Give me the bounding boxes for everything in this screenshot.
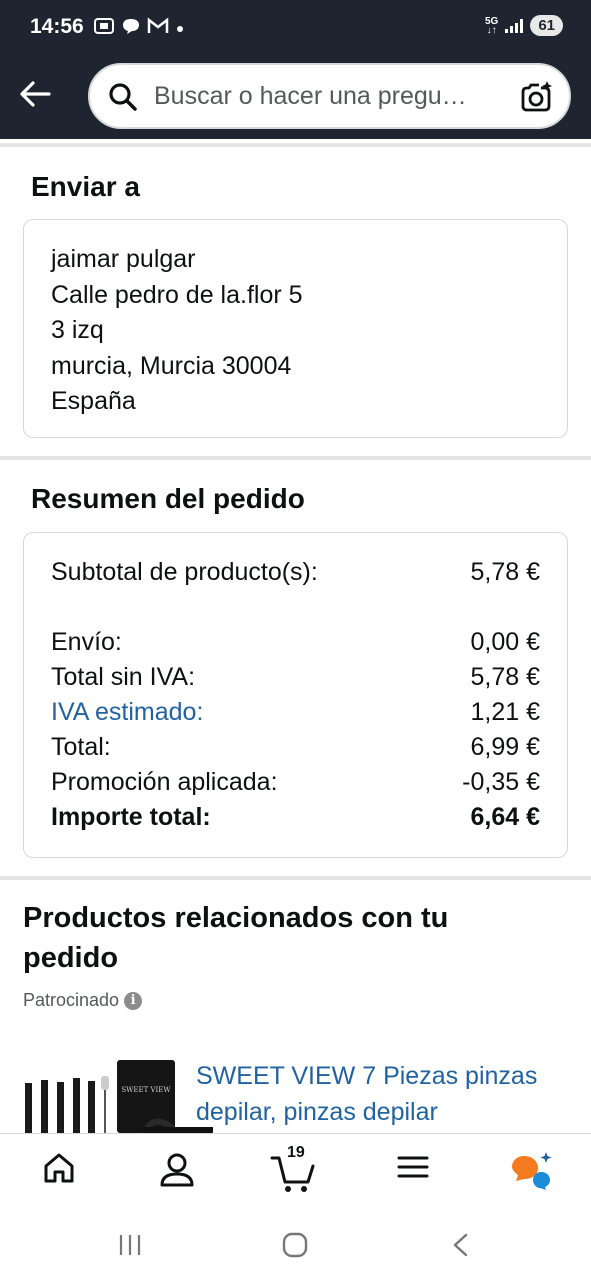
search-input[interactable]: Buscar o hacer una pregu… <box>154 82 504 111</box>
summary-label: Importe total: <box>51 803 211 831</box>
info-icon[interactable]: i <box>124 991 143 1010</box>
search-icon <box>108 82 138 117</box>
status-bar: 14:56 5G ↓↑ 61 <box>0 0 591 56</box>
section-divider <box>0 456 591 460</box>
cart-count: 19 <box>287 1144 305 1161</box>
home-button-icon[interactable] <box>281 1231 309 1264</box>
screenshot-icon <box>93 16 115 41</box>
sponsored-label[interactable]: Patrocinado i <box>23 990 143 1011</box>
chat-icon <box>121 16 141 41</box>
estimated-vat-link[interactable]: IVA estimado: <box>51 695 203 730</box>
dot-icon <box>175 19 185 39</box>
summary-value: 1,21 € <box>470 698 540 726</box>
shipping-address-card: jaimar pulgar Calle pedro de la.flor 5 3… <box>23 219 568 438</box>
status-time: 14:56 <box>30 15 84 38</box>
notification-icons <box>93 16 185 41</box>
summary-row-total-no-vat: Total sin IVA: 5,78 € <box>51 660 540 695</box>
summary-label: Subtotal de producto(s): <box>51 558 318 586</box>
search-bar[interactable]: Buscar o hacer una pregu… <box>88 63 571 129</box>
battery-icon: 61 <box>530 15 563 36</box>
app-header: Buscar o hacer una pregu… <box>0 56 591 139</box>
back-arrow-icon[interactable] <box>17 76 53 112</box>
summary-row-shipping: Envío: 0,00 € <box>51 625 540 660</box>
summary-value: -0,35 € <box>462 768 540 796</box>
summary-value: 6,99 € <box>470 733 540 761</box>
address-detail: 3 izq <box>51 316 104 344</box>
summary-row-grand-total: Importe total: 6,64 € <box>51 800 540 835</box>
address-country: España <box>51 387 136 415</box>
summary-row-vat: IVA estimado: 1,21 € <box>51 695 540 730</box>
recent-apps-icon[interactable] <box>117 1232 143 1263</box>
back-button-icon[interactable] <box>448 1232 474 1263</box>
bottom-nav: 19 <box>0 1133 591 1205</box>
section-divider <box>0 876 591 880</box>
section-divider <box>0 143 591 147</box>
rufus-assistant-icon[interactable] <box>510 1150 555 1190</box>
address-street: Calle pedro de la.flor 5 <box>51 280 303 309</box>
camera-search-icon[interactable] <box>519 80 553 119</box>
product-title-link[interactable]: SWEET VIEW 7 Piezas pinzas depilar, pinz… <box>196 1058 571 1130</box>
order-summary-card: Subtotal de producto(s): 5,78 € Envío: 0… <box>23 532 568 858</box>
network-indicator: 5G ↓↑ <box>484 15 499 36</box>
address-name: jaimar pulgar <box>51 245 196 273</box>
address-city: murcia, Murcia 30004 <box>51 351 292 380</box>
product-image[interactable]: SWEET VIEW <box>23 1058 213 1133</box>
summary-value: 0,00 € <box>470 628 540 656</box>
summary-row-subtotal: Subtotal de producto(s): 5,78 € <box>51 555 540 590</box>
signal-icon <box>505 18 524 33</box>
sponsored-text: Patrocinado <box>23 990 120 1010</box>
related-products-title: Productos relacionados con tu pedido <box>23 902 449 974</box>
summary-value: 5,78 € <box>470 558 540 586</box>
gmail-icon <box>147 17 169 40</box>
ship-to-title: Enviar a <box>31 171 140 202</box>
summary-value: 6,64 € <box>470 803 540 831</box>
summary-label: Promoción aplicada: <box>51 768 278 796</box>
summary-row-total: Total: 6,99 € <box>51 730 540 765</box>
summary-row-promotion: Promoción aplicada: -0,35 € <box>51 765 540 800</box>
summary-value: 5,78 € <box>470 663 540 691</box>
summary-label: Envío: <box>51 628 122 656</box>
system-nav-bar <box>0 1205 591 1280</box>
menu-icon[interactable] <box>396 1150 436 1190</box>
summary-label: Total sin IVA: <box>51 663 196 691</box>
order-summary-title: Resumen del pedido <box>31 483 305 514</box>
home-icon[interactable] <box>41 1150 81 1190</box>
summary-label: Total: <box>51 733 111 761</box>
account-icon[interactable] <box>158 1150 198 1190</box>
product-image-brand: SWEET VIEW <box>121 1086 171 1094</box>
